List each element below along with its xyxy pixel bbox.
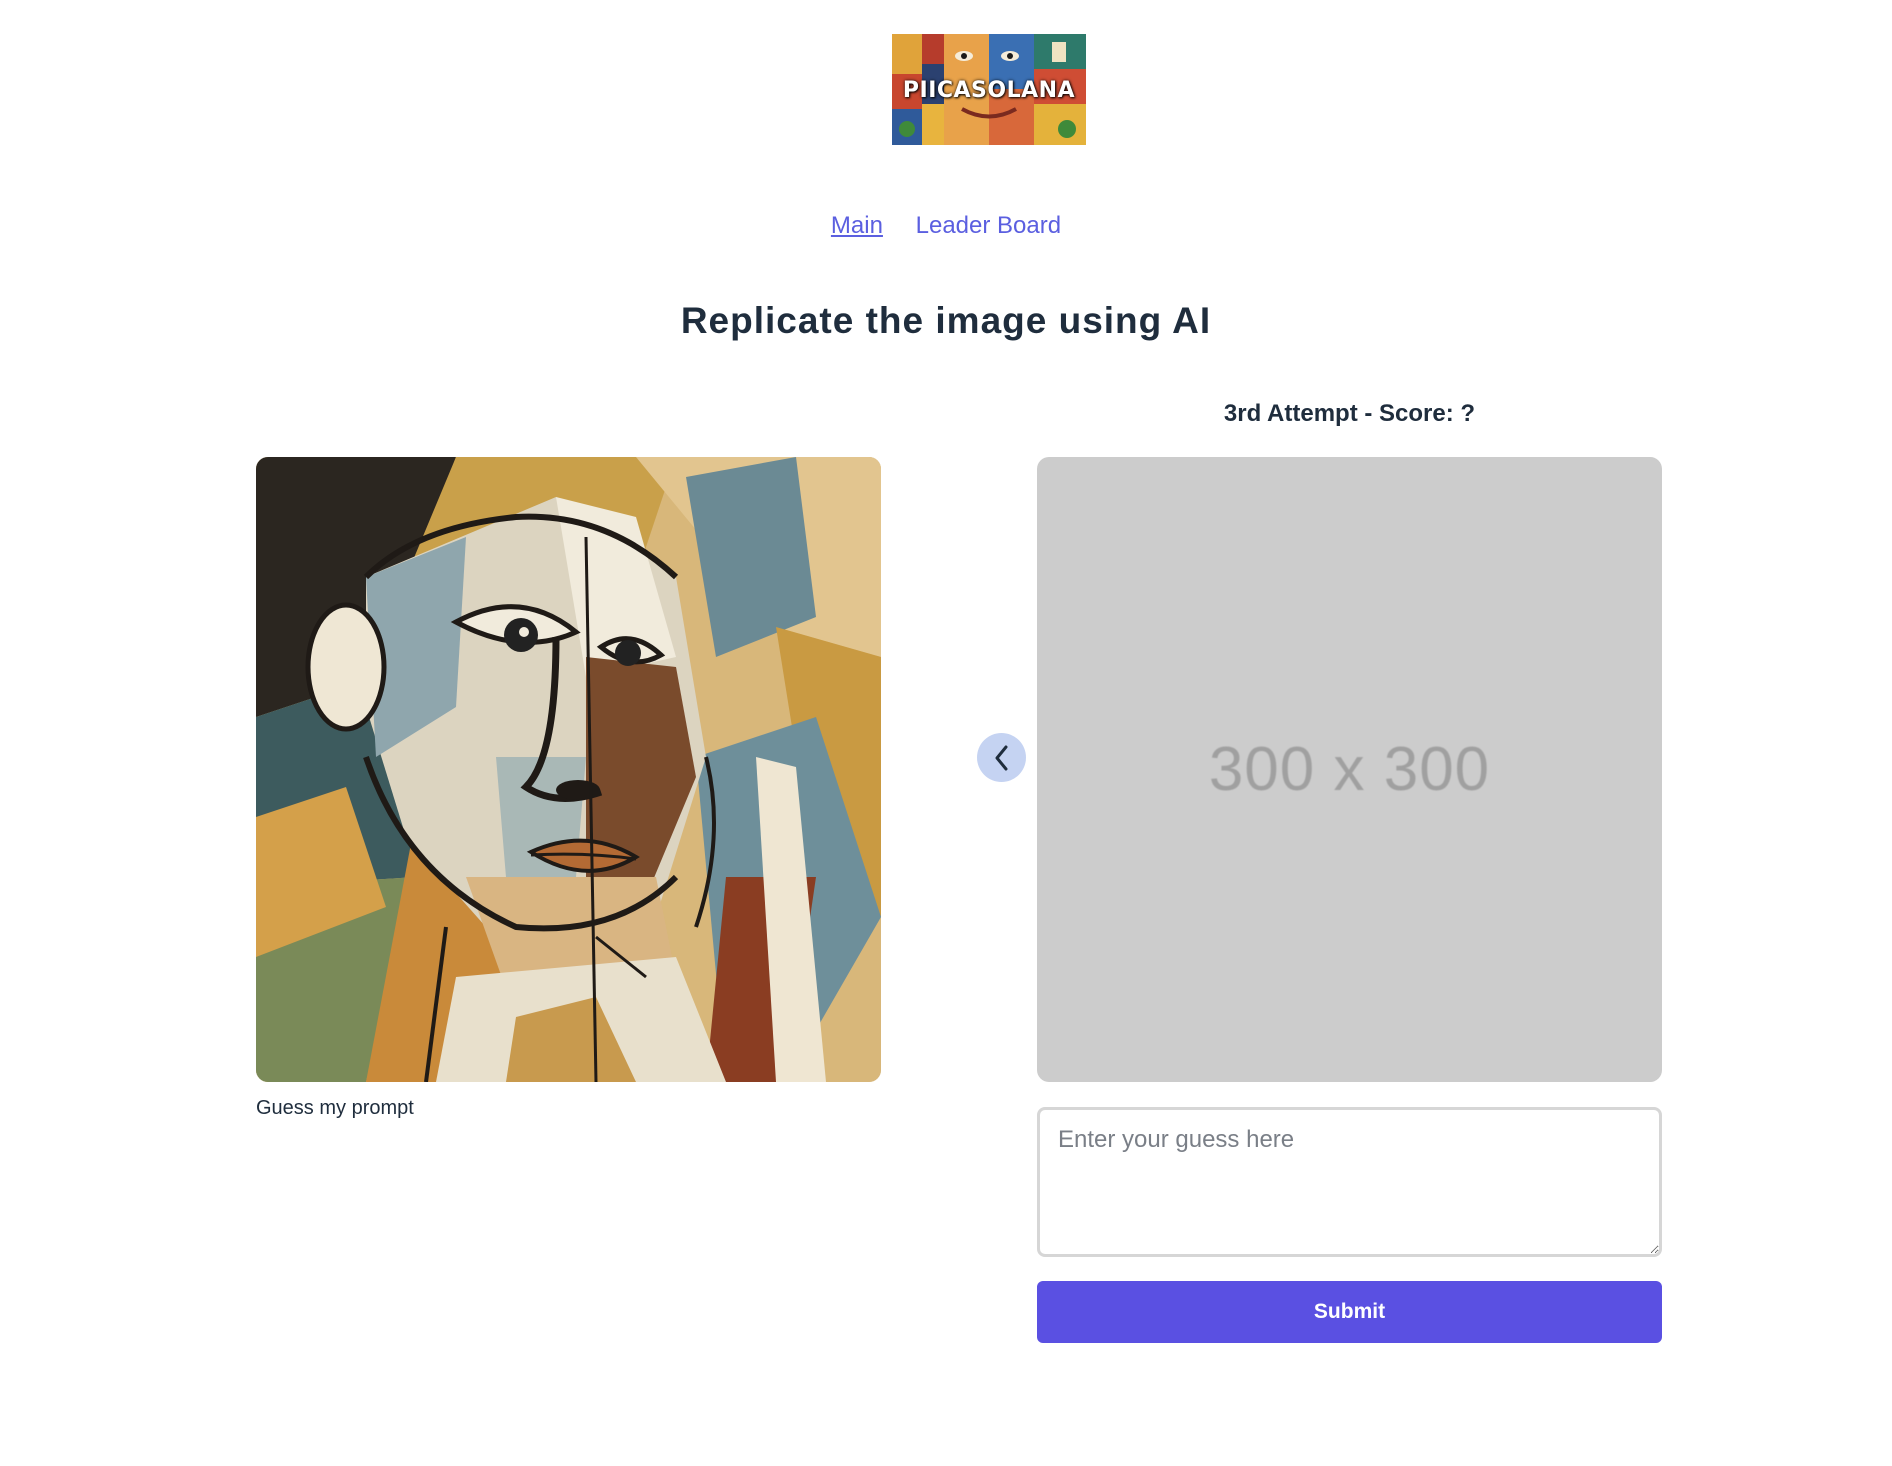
nav-link-main[interactable]: Main [831,212,883,239]
logo-text: PIICASOLANA [902,78,1076,103]
chevron-left-icon [995,745,1007,770]
cubist-portrait-artwork [256,457,881,1082]
nav-link-leader-board[interactable]: Leader Board [916,212,1061,239]
attempt-title: 3rd Attempt - Score: ? [1223,400,1476,427]
placeholder-dimensions-text: 300 x 300 [1208,735,1491,804]
site-logo[interactable]: PIICASOLANA [892,34,1086,145]
submit-button[interactable]: Submit [1037,1281,1662,1343]
target-image [256,457,881,1082]
main-nav: Main Leader Board [0,212,1892,240]
page-title: Replicate the image using AI [680,300,1212,341]
attempt-image-placeholder: 300 x 300 [1037,457,1662,1082]
previous-attempt-button[interactable] [977,733,1026,782]
target-caption: Guess my prompt [256,1097,414,1119]
guess-input[interactable] [1037,1107,1662,1257]
